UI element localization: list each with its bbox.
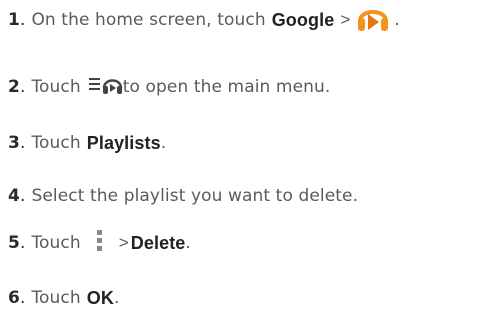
step-text-end: .	[394, 10, 400, 30]
step-bold-ok: OK	[86, 287, 114, 308]
play-music-headphones-icon	[356, 3, 390, 38]
step-text: Touch	[31, 288, 81, 308]
step-gt: >	[118, 233, 129, 252]
step-text: Touch	[31, 233, 81, 253]
step-6: 6. Touch OK .	[8, 285, 119, 311]
step-number: 3	[8, 133, 20, 153]
overflow-menu-icon	[95, 229, 105, 258]
step-number: 4	[8, 186, 20, 206]
step-text: On the home screen, touch	[31, 10, 266, 30]
step-separator: .	[19, 77, 26, 97]
step-separator: .	[19, 233, 26, 253]
step-bold-playlists: Playlists	[86, 132, 161, 153]
step-1: 1. On the home screen, touch Google > .	[8, 7, 400, 33]
step-4: 4. Select the playlist you want to delet…	[8, 183, 358, 209]
menu-headphones-icon	[88, 74, 123, 101]
step-text: Select the playlist you want to delete.	[31, 186, 359, 206]
step-number: 2	[8, 77, 20, 97]
step-text-end: .	[160, 133, 167, 153]
step-separator: .	[19, 10, 26, 30]
step-text-end: to open the main menu.	[122, 77, 331, 97]
step-number: 5	[8, 233, 20, 253]
step-gt: >	[340, 10, 351, 29]
step-text: Touch	[31, 133, 81, 153]
step-bold-delete: Delete	[130, 232, 186, 253]
step-number: 6	[8, 288, 20, 308]
step-2: 2. Touch to open the main menu.	[8, 74, 330, 100]
step-number: 1	[8, 10, 20, 30]
step-separator: .	[19, 186, 26, 206]
step-text-end: .	[113, 288, 120, 308]
step-text-end: .	[185, 233, 191, 253]
step-bold-google: Google	[271, 9, 335, 30]
step-separator: .	[19, 133, 26, 153]
step-separator: .	[19, 288, 26, 308]
step-5: 5. Touch > Delete .	[8, 229, 191, 258]
step-3: 3. Touch Playlists .	[8, 130, 166, 156]
step-text: Touch	[31, 77, 81, 97]
